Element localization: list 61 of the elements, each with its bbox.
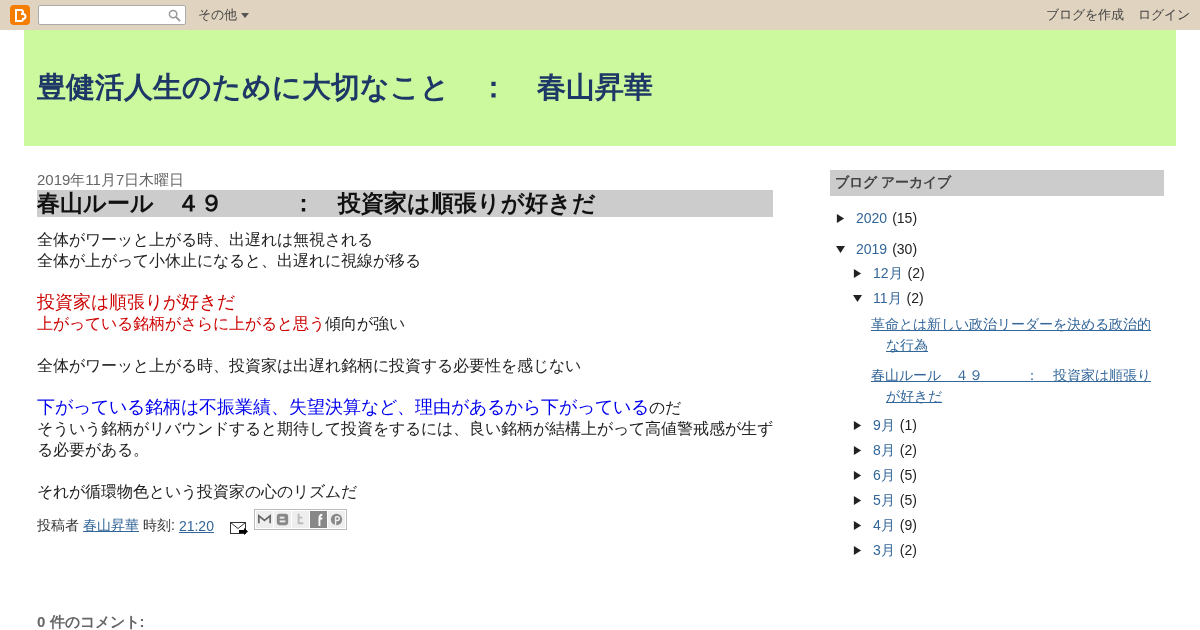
- facebook-share-icon[interactable]: [309, 510, 327, 528]
- post-title: 春山ルール ４９ ： 投資家は順張りが好きだ: [37, 190, 773, 217]
- time-link[interactable]: 21:20: [178, 518, 214, 534]
- post-count: (15): [892, 209, 918, 227]
- archive-month-link[interactable]: 9月: [873, 416, 895, 434]
- more-menu[interactable]: その他: [198, 6, 249, 24]
- archive-month-link[interactable]: 11月: [873, 289, 902, 307]
- toggle-icon[interactable]: [853, 420, 862, 430]
- body-text: 全体がワーッと上がる時、投資家は出遅れ銘柄に投資する必要性を感じない: [37, 356, 582, 376]
- email-post-icon[interactable]: [229, 521, 248, 535]
- pinterest-share-icon[interactable]: [327, 510, 345, 528]
- nav-link[interactable]: ログイン: [1138, 6, 1190, 24]
- caret-icon: [241, 12, 249, 18]
- archive-post-link[interactable]: 春山ルール ４９ ： 投資家は順張りが好きだ: [871, 365, 1164, 407]
- archive-month-link[interactable]: 12月: [873, 264, 903, 282]
- body-text: それが循環物色という投資家の心のリズムだ: [37, 482, 358, 502]
- toggle-icon[interactable]: [836, 244, 845, 254]
- toggle-icon[interactable]: [853, 268, 862, 278]
- toggle-icon[interactable]: [853, 520, 862, 530]
- archive-month-link[interactable]: 4月: [873, 516, 895, 534]
- comments-heading: 0 件のコメント:: [37, 613, 146, 630]
- post-count: (5): [899, 491, 917, 509]
- posted-by-label: 投稿者: [37, 517, 79, 535]
- post-count: (2): [899, 541, 917, 559]
- archive-month-link[interactable]: 3月: [873, 541, 895, 559]
- toggle-icon[interactable]: [853, 495, 862, 505]
- archive-month-link[interactable]: 6月: [873, 466, 895, 484]
- time-label: 時刻:: [143, 517, 175, 535]
- blogger-logo-icon[interactable]: [10, 5, 30, 25]
- search-icon[interactable]: [168, 8, 181, 22]
- toggle-icon[interactable]: [853, 545, 862, 555]
- body-text: 下がっている銘柄は不振業績、失望決算など、理由があるから下がっているのだ: [37, 397, 682, 418]
- post-count: (1): [899, 416, 917, 434]
- toggle-icon[interactable]: [853, 470, 862, 480]
- author-link[interactable]: 春山昇華: [83, 517, 139, 535]
- toggle-icon[interactable]: [853, 293, 862, 303]
- sidebar-heading: ブログ アーカイブ: [830, 170, 1164, 196]
- email-share-icon[interactable]: [255, 510, 273, 528]
- archive-year-link[interactable]: 2019: [856, 240, 888, 258]
- post-count: (2): [907, 264, 925, 282]
- body-text: そういう銘柄がリバウンドすると期待して投資をするには、良い銘柄が結構上がって高値警戒感が生ずる必要がある。: [37, 419, 773, 460]
- post-date: 2019年11月7日木曜日: [37, 170, 186, 190]
- body-text: 全体が上がって小休止になると、出遅れに視線が移る: [37, 251, 422, 271]
- post-count: (2): [906, 289, 924, 307]
- post-count: (30): [892, 240, 918, 258]
- body-text: 上がっている銘柄がさらに上がると思う 傾向が強い: [37, 314, 406, 334]
- blog-share-icon[interactable]: [273, 510, 291, 528]
- nav-link[interactable]: ブログを作成: [1046, 6, 1124, 24]
- toggle-icon[interactable]: [836, 213, 845, 223]
- search-field[interactable]: [38, 5, 186, 25]
- archive-month-link[interactable]: 5月: [873, 491, 895, 509]
- archive-month-link[interactable]: 8月: [873, 441, 895, 459]
- post-count: (2): [899, 441, 917, 459]
- archive-post-link[interactable]: 革命とは新しい政治リーダーを決める政治的な行為: [871, 314, 1164, 356]
- blog-title[interactable]: 豊健活人生のために大切なこと ： 春山昇華: [37, 68, 653, 108]
- post-count: (9): [899, 516, 917, 534]
- post-count: (5): [899, 466, 917, 484]
- body-text: 全体がワーッと上がる時、出遅れは無視される: [37, 230, 374, 250]
- body-text: 投資家は順張りが好きだ: [37, 292, 236, 313]
- archive-year-link[interactable]: 2020: [856, 209, 888, 227]
- toggle-icon[interactable]: [853, 445, 862, 455]
